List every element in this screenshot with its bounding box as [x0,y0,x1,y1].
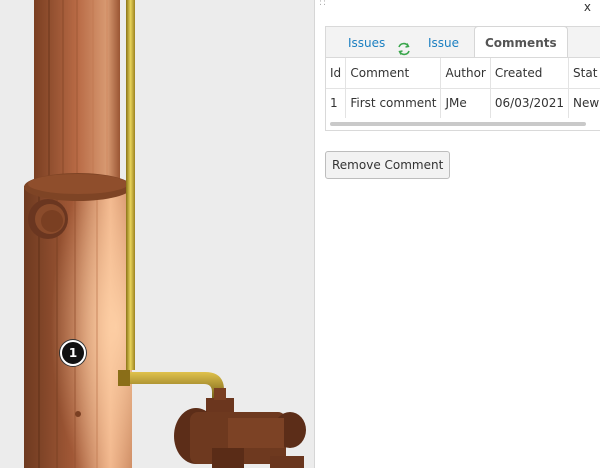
cell-created: 06/03/2021 [490,88,570,118]
tab-issue[interactable]: Issue [428,27,459,59]
tab-comments[interactable]: Comments [474,26,568,59]
column-header-id[interactable]: Id [326,58,347,89]
comments-table: Id Comment Author Created Stat 1 First c… [325,57,600,131]
issues-panel: :: x Issues Issue Comments Id Comment Au… [314,0,600,468]
drag-handle-icon[interactable]: :: [319,0,327,8]
pipe [118,0,224,400]
column-lower [24,173,132,468]
cell-id: 1 [326,88,347,118]
column-header-created[interactable]: Created [490,58,570,89]
cell-status: New [568,88,600,118]
column-header-comment[interactable]: Comment [345,58,442,89]
horizontal-scrollbar[interactable] [330,122,586,126]
tab-bar: Issues Issue Comments [325,26,600,59]
cell-author: JMe [440,88,491,118]
column-upper [34,0,120,186]
close-button[interactable]: x [584,0,591,14]
sync-icon[interactable] [397,36,411,56]
valve-assembly [174,388,306,468]
tab-issues[interactable]: Issues [348,27,385,59]
cell-comment: First comment [345,88,442,118]
model-render [24,0,306,468]
remove-comment-button[interactable]: Remove Comment [325,151,451,179]
issue-marker[interactable]: 1 [60,340,86,366]
table-header-row: Id Comment Author Created Stat [326,58,600,89]
3d-viewport[interactable]: 1 [0,0,314,468]
table-row[interactable]: 1 First comment JMe 06/03/2021 New [326,88,600,118]
column-header-status[interactable]: Stat [568,58,600,89]
column-header-author[interactable]: Author [440,58,491,89]
